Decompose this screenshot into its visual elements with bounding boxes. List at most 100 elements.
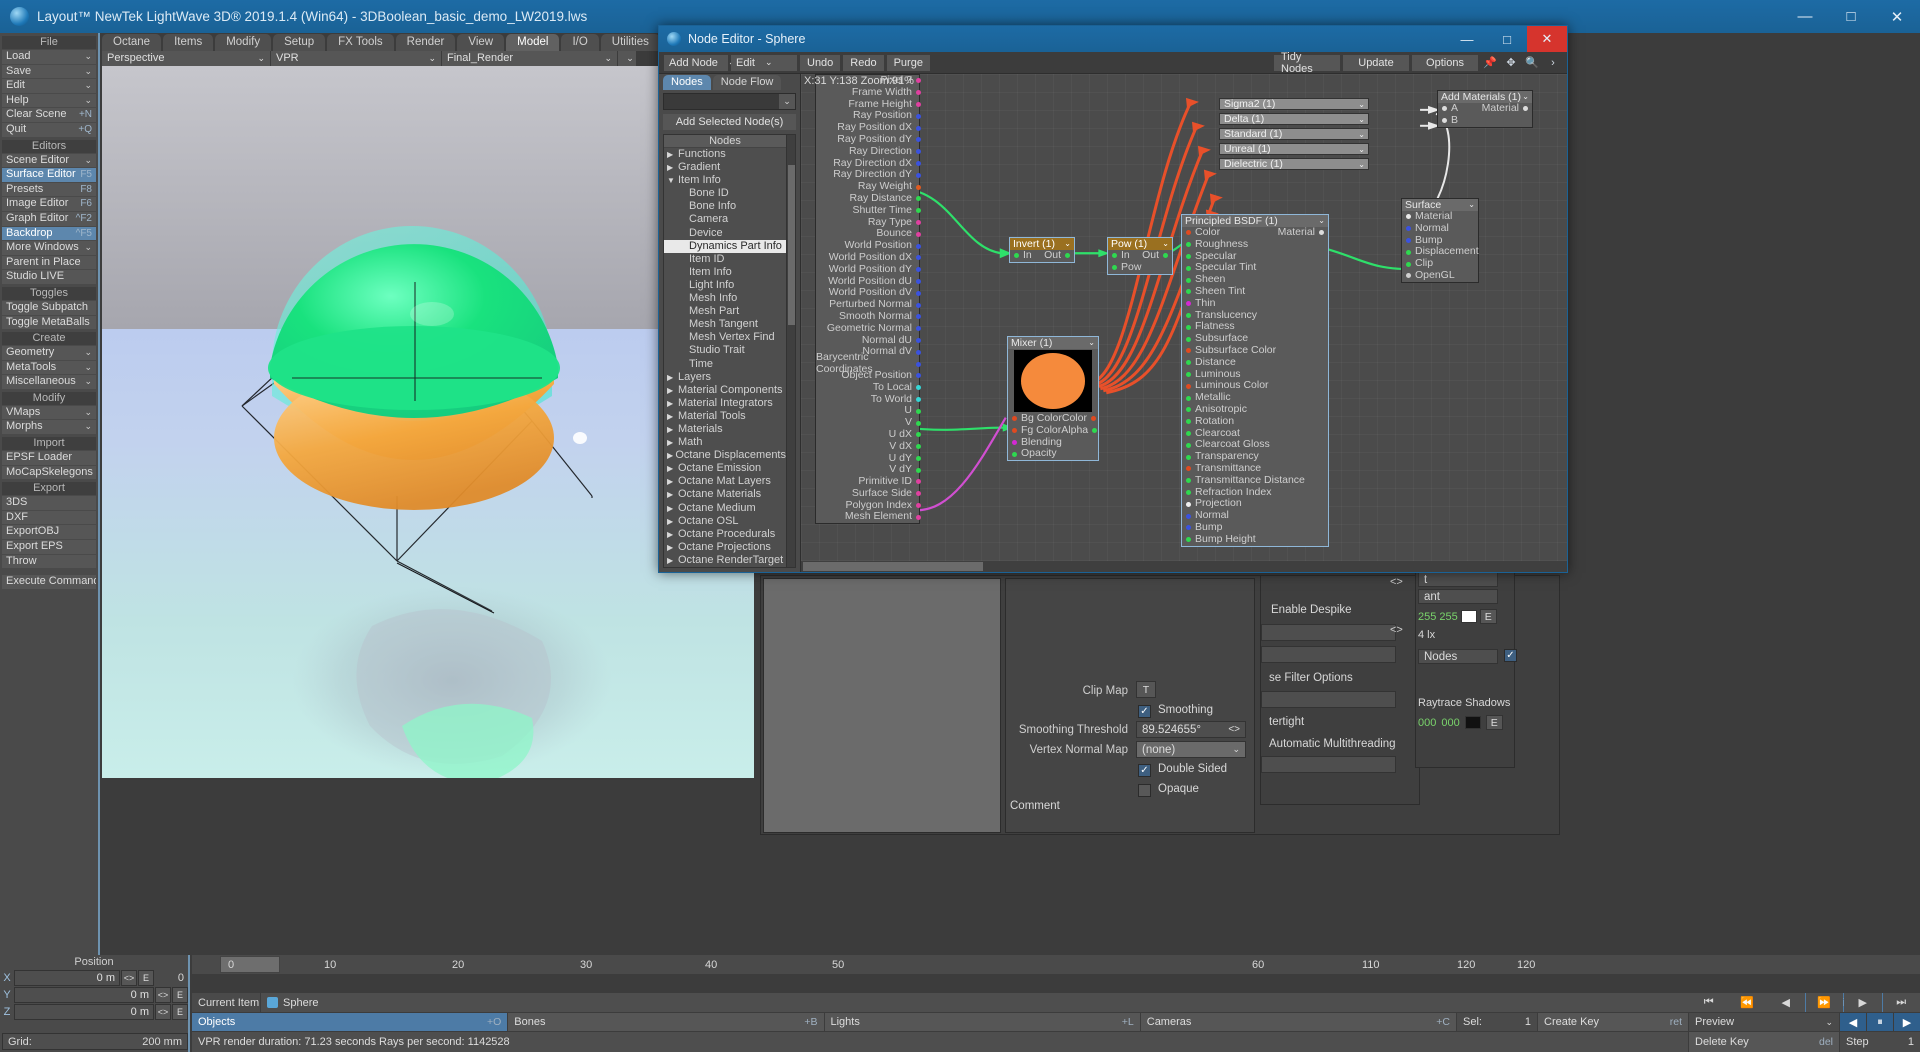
output-port[interactable]: [916, 160, 921, 166]
mixer-node[interactable]: Mixer (1) ⌄ Bg Color Color Fg Color Alpha Bl…: [1007, 336, 1099, 462]
output-port[interactable]: [916, 455, 921, 461]
expand-icon-2[interactable]: <>: [1390, 624, 1403, 636]
node-tree-item-gradient[interactable]: ▶ Gradient: [664, 161, 786, 174]
perspective-viewport[interactable]: [102, 66, 754, 778]
chevron-right-icon[interactable]: ▶: [667, 161, 678, 174]
sidebar-item-3ds[interactable]: 3DS: [2, 496, 96, 510]
invert-in-port[interactable]: [1014, 253, 1019, 259]
bsdf-input-port[interactable]: [1186, 419, 1191, 425]
node-tree-item-octane-mat-layers[interactable]: ▶ Octane Mat Layers: [664, 475, 786, 488]
sidebar-item-export-eps[interactable]: Export EPS: [2, 540, 96, 554]
add-materials-a-port[interactable]: [1442, 106, 1447, 112]
sidebar-item-studio-live[interactable]: Studio LIVE: [2, 270, 96, 284]
collapsed-node-sigma2-1-[interactable]: Sigma2 (1) ⌄: [1219, 98, 1369, 110]
axis-stepper-icon[interactable]: <>: [155, 1004, 171, 1020]
node-panel-tab-nodes[interactable]: Nodes: [663, 75, 711, 90]
node-graph-canvas[interactable]: X:31 Y:138 Zoom:91% Pixel ? Frame Width …: [801, 74, 1567, 572]
color-e-button[interactable]: E: [1479, 609, 1497, 624]
node-tree-item-item-id[interactable]: Item ID: [664, 253, 786, 266]
tab-view[interactable]: View: [457, 34, 505, 51]
axis-envelope-button[interactable]: E: [172, 1004, 188, 1020]
sidebar-item-surface-editor[interactable]: Surface Editor F5: [2, 168, 96, 182]
input-attributes-node[interactable]: Pixel ? Frame Width Frame Height Ray Positi…: [815, 74, 921, 525]
node-tree-scroll-thumb[interactable]: [788, 165, 795, 325]
collapsed-node-standard-1-[interactable]: Standard (1) ⌄: [1219, 128, 1369, 140]
sidebar-item-help[interactable]: Help ⌄: [2, 93, 96, 108]
sidebar-item-parent-in-place[interactable]: Parent in Place: [2, 255, 96, 270]
chevron-right-icon[interactable]: ▶: [667, 554, 678, 567]
timeline-ruler[interactable]: 0 10 20 30 40 50 60 110 120 120: [192, 955, 1920, 974]
first-frame-icon[interactable]: ⏮: [1690, 993, 1728, 1012]
add-selected-nodes-button[interactable]: Add Selected Node(s): [663, 114, 796, 130]
sidebar-item-miscellaneous[interactable]: Miscellaneous ⌄: [2, 375, 96, 389]
chevron-right-icon[interactable]: ▶: [667, 371, 678, 384]
smoothing-checkbox[interactable]: ✓: [1138, 705, 1151, 718]
axis-value-x[interactable]: 0 m: [14, 970, 120, 986]
surface-input-port[interactable]: [1406, 249, 1411, 255]
output-port[interactable]: [916, 125, 921, 131]
tab-fx-tools[interactable]: FX Tools: [327, 34, 394, 51]
collapsed-node-unreal-1-[interactable]: Unreal (1) ⌄: [1219, 143, 1369, 155]
bsdf-input-port[interactable]: [1186, 371, 1191, 377]
chevron-down-icon[interactable]: ⌄: [1318, 215, 1325, 227]
sidebar-item-throw[interactable]: Throw: [2, 554, 96, 569]
bsdf-input-port[interactable]: [1186, 230, 1191, 236]
edit-dropdown[interactable]: Edit ⌄: [731, 54, 797, 71]
sidebar-item-vmaps[interactable]: VMaps ⌄: [2, 405, 96, 420]
node-tree-item-item-info[interactable]: Item Info: [664, 266, 786, 279]
chevron-down-icon[interactable]: ⌄: [1358, 144, 1368, 154]
chevron-right-icon[interactable]: ▶: [667, 449, 675, 462]
shadow-color-swatch[interactable]: [1464, 716, 1481, 729]
redo-button[interactable]: Redo: [843, 54, 884, 71]
sidebar-item-execute-command[interactable]: Execute Command: [2, 575, 96, 589]
create-key-button[interactable]: Create Key ret: [1538, 1013, 1688, 1031]
maximize-icon[interactable]: □: [1828, 0, 1874, 33]
node-editor-minimize-icon[interactable]: ―: [1447, 26, 1487, 52]
node-tree-item-octane-materials[interactable]: ▶ Octane Materials: [664, 488, 786, 501]
viewport-camera[interactable]: Final_Render ⌄: [442, 51, 617, 66]
collapsed-node-delta-1-[interactable]: Delta (1) ⌄: [1219, 113, 1369, 125]
options-button[interactable]: Options: [1412, 54, 1478, 71]
opaque-checkbox[interactable]: [1138, 784, 1151, 797]
tab-i-o[interactable]: I/O: [561, 34, 599, 51]
color-swatch[interactable]: [1460, 610, 1477, 623]
bsdf-input-port[interactable]: [1186, 336, 1191, 342]
node-tree-item-mesh-vertex-find[interactable]: Mesh Vertex Find: [664, 331, 786, 344]
search-icon[interactable]: 🔍: [1523, 55, 1541, 71]
output-port[interactable]: [916, 514, 921, 520]
invert-node-header[interactable]: Invert (1) ⌄: [1010, 238, 1074, 250]
sidebar-item-save[interactable]: Save ⌄: [2, 64, 96, 79]
node-tree-item-bone-id[interactable]: Bone ID: [664, 187, 786, 200]
tab-octane[interactable]: Octane: [102, 34, 162, 51]
current-item-select[interactable]: Sphere ⌄: [261, 993, 1779, 1012]
axis-stepper-icon[interactable]: <>: [155, 987, 171, 1003]
node-tree-item-layers[interactable]: ▶ Layers: [664, 371, 786, 384]
bsdf-output-port[interactable]: [1319, 230, 1324, 236]
node-tree-item-time[interactable]: Time: [664, 358, 786, 371]
output-port[interactable]: [916, 396, 921, 402]
tab-model[interactable]: Model: [506, 34, 560, 51]
bsdf-input-port[interactable]: [1186, 360, 1191, 366]
node-tree-item-light-info[interactable]: Light Info: [664, 279, 786, 292]
sidebar-item-presets[interactable]: Presets F8: [2, 182, 96, 197]
sidebar-item-metatools[interactable]: MetaTools ⌄: [2, 360, 96, 375]
bsdf-input-port[interactable]: [1186, 395, 1191, 401]
bsdf-input-port[interactable]: [1186, 301, 1191, 307]
filter-field[interactable]: [1261, 691, 1396, 708]
viewport-render-mode[interactable]: VPR ⌄: [271, 51, 441, 66]
output-port[interactable]: [916, 408, 921, 414]
bsdf-input-port[interactable]: [1186, 407, 1191, 413]
collapsed-node-dielectric-1-[interactable]: Dielectric (1) ⌄: [1219, 158, 1369, 170]
node-tree-item-material-tools[interactable]: ▶ Material Tools: [664, 410, 786, 423]
bsdf-input-port[interactable]: [1186, 348, 1191, 354]
node-editor-close-icon[interactable]: ✕: [1527, 26, 1567, 52]
bsdf-input-port[interactable]: [1186, 277, 1191, 283]
bsdf-input-port[interactable]: [1186, 454, 1191, 460]
surface-input-port[interactable]: [1406, 273, 1411, 279]
pow-node[interactable]: Pow (1) ⌄ In Out Pow: [1107, 237, 1173, 275]
sidebar-item-backdrop[interactable]: Backdrop ^F5: [2, 226, 96, 241]
bsdf-input-port[interactable]: [1186, 383, 1191, 389]
last-frame-icon[interactable]: ⏭: [1882, 993, 1920, 1012]
chevron-down-icon[interactable]: ⌄: [1522, 91, 1529, 103]
node-tree-item-octane-osl[interactable]: ▶ Octane OSL: [664, 515, 786, 528]
